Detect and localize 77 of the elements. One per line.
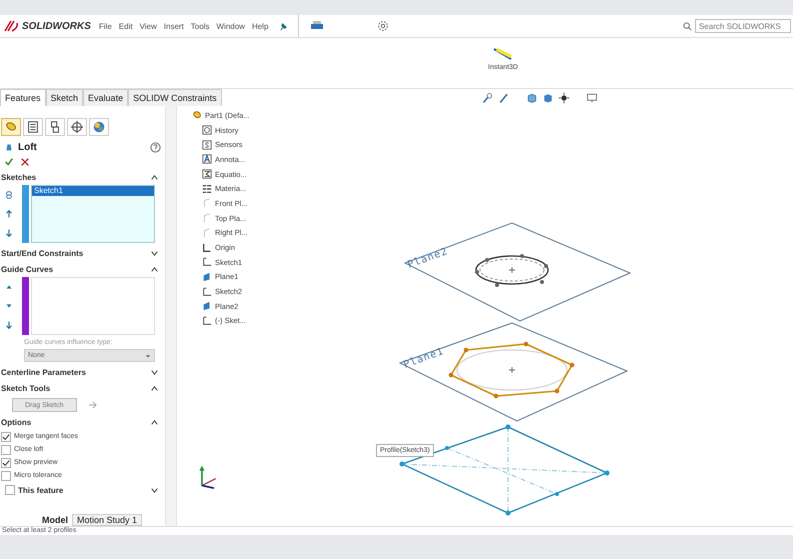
model-tab[interactable]: Motion Study 1	[72, 514, 142, 526]
list-item[interactable]: Sketch1	[32, 186, 154, 196]
ok-check-icon[interactable]	[4, 157, 14, 167]
annotation-icon	[202, 154, 212, 164]
origin-icon	[202, 242, 212, 253]
section-header[interactable]: Sketches	[1, 172, 36, 182]
list-icon[interactable]	[23, 118, 43, 136]
caret-icon	[145, 352, 151, 358]
menu-item[interactable]: View	[140, 22, 157, 30]
menu-item[interactable]: Tools	[190, 22, 210, 30]
section-header[interactable]: Sketch Tools	[1, 384, 50, 392]
app-logo: SOLIDWORKS	[4, 20, 91, 32]
cancel-icon[interactable]	[20, 157, 30, 167]
zoom-icon[interactable]	[482, 92, 494, 104]
plane-icon	[202, 228, 212, 238]
command-tab[interactable]: Evaluate	[83, 89, 128, 106]
scrollbar[interactable]	[165, 106, 177, 526]
pencil-icon[interactable]	[498, 92, 510, 104]
expand-icon[interactable]	[150, 368, 159, 376]
checkbox[interactable]	[5, 485, 15, 495]
config-icon[interactable]	[45, 118, 65, 136]
cube-icon[interactable]	[526, 92, 538, 104]
expand-icon[interactable]	[150, 486, 159, 494]
part-icon	[192, 110, 202, 120]
checkbox[interactable]	[1, 458, 11, 468]
menu-item[interactable]: Help	[252, 22, 268, 30]
sketch-icon	[202, 316, 212, 326]
light-icon[interactable]	[558, 92, 570, 104]
sketch-icon	[202, 257, 212, 268]
section-header[interactable]: Options	[1, 418, 32, 426]
loft-icon	[4, 142, 14, 152]
selection-color-bar	[22, 185, 29, 243]
selection-color-bar	[22, 277, 29, 335]
collapse-icon[interactable]	[150, 384, 159, 392]
material-icon	[202, 184, 212, 194]
help-icon[interactable]	[150, 142, 161, 152]
logo-icon	[4, 20, 20, 32]
command-tab[interactable]: Sketch	[46, 89, 84, 106]
move-up-icon[interactable]	[4, 208, 14, 219]
menu-item[interactable]: Insert	[164, 22, 184, 30]
pin-icon[interactable]	[279, 22, 288, 30]
history-icon	[202, 125, 212, 136]
plane-icon	[202, 301, 212, 312]
collapse-icon[interactable]	[150, 172, 159, 182]
section-header[interactable]: Centerline Parameters	[1, 368, 86, 376]
plane-icon	[202, 213, 212, 224]
chain-icon	[4, 190, 14, 200]
collapse-icon[interactable]	[150, 264, 159, 274]
expand-icon[interactable]	[150, 248, 159, 258]
panel-title: Loft	[18, 142, 38, 152]
command-tab[interactable]: SOLIDW Constraints	[128, 89, 222, 106]
profile-list[interactable]: Sketch1	[31, 185, 155, 243]
menu-item[interactable]: Edit	[118, 22, 133, 30]
equation-icon	[202, 169, 212, 180]
sketch-icon	[202, 286, 212, 297]
move-down-icon[interactable]	[4, 228, 14, 238]
search-icon	[683, 22, 692, 30]
sensor-icon	[202, 140, 212, 150]
checkbox[interactable]	[1, 432, 11, 442]
monitor-icon[interactable]	[586, 92, 598, 104]
checkbox[interactable]	[1, 444, 11, 454]
move-down-icon[interactable]	[4, 320, 14, 330]
plane-icon	[202, 272, 212, 282]
feature-tree-icon[interactable]	[1, 118, 21, 136]
menu-item[interactable]: File	[98, 22, 112, 30]
command-tab[interactable]: Features	[0, 89, 46, 106]
crosshair-icon[interactable]	[67, 118, 87, 136]
section-header[interactable]: Guide Curves	[1, 264, 54, 274]
checkbox[interactable]	[1, 470, 11, 480]
plane-icon	[202, 198, 212, 208]
section-header[interactable]: Start/End Constraints	[1, 248, 84, 258]
cube-icon[interactable]	[542, 92, 554, 104]
appearance-icon[interactable]	[89, 118, 109, 136]
menu-item[interactable]: Window	[216, 22, 245, 30]
search-field[interactable]: Search SOLIDWORKS	[695, 19, 791, 33]
section-header[interactable]: This feature	[18, 486, 64, 494]
collapse-icon[interactable]	[150, 418, 159, 426]
